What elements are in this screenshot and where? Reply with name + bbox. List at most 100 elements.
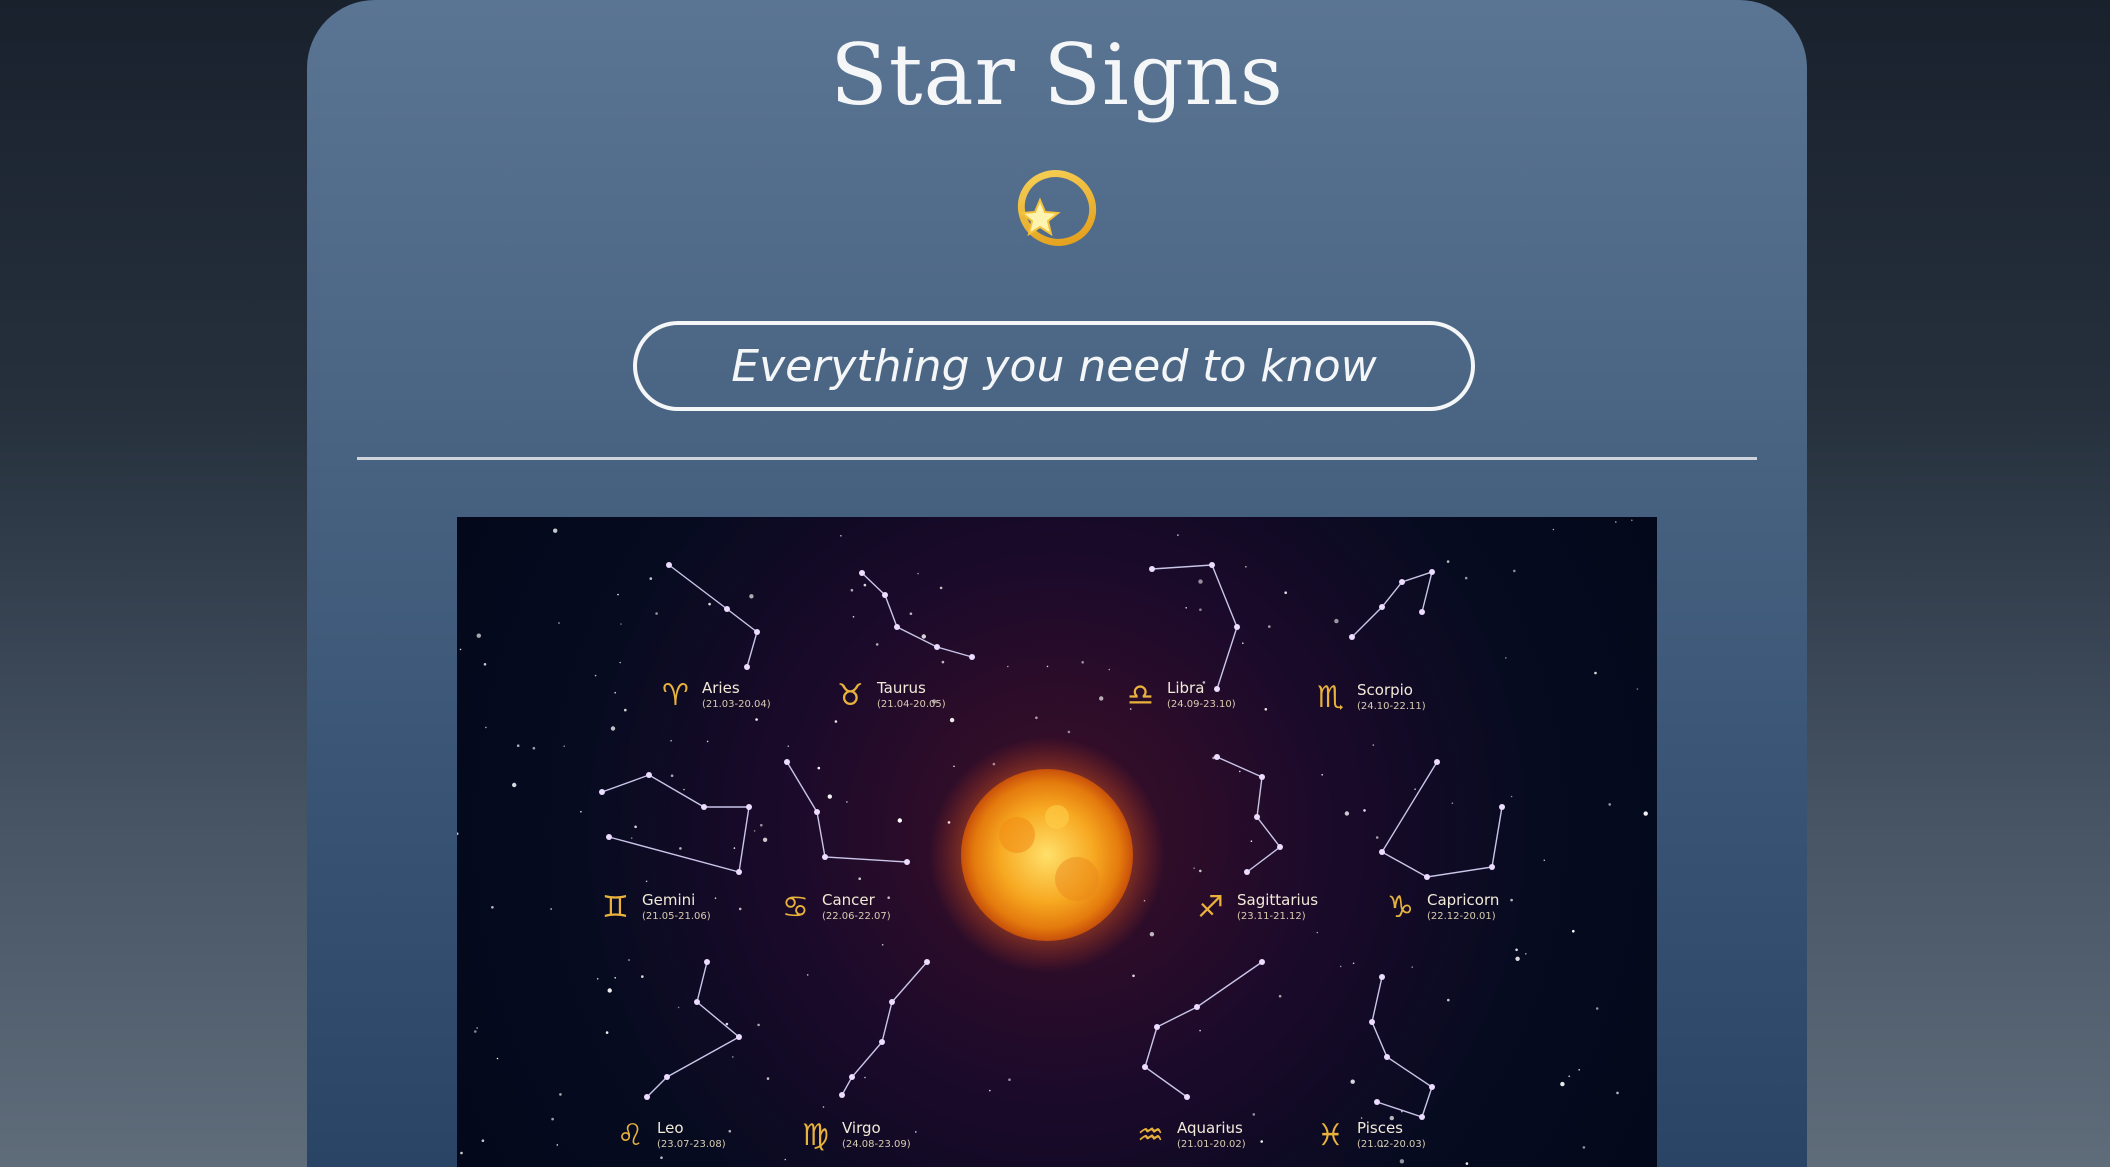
- constellation-star: [1154, 1024, 1160, 1030]
- star-dot: [550, 908, 552, 910]
- star-dot: [953, 765, 955, 768]
- star-dot: [1636, 688, 1639, 690]
- constellation-star: [1369, 1019, 1375, 1025]
- star-dot: [1132, 974, 1135, 978]
- star-dot: [670, 739, 672, 742]
- constellation-star: [1184, 1094, 1190, 1100]
- sign-glyph-icon: ♒: [1137, 1118, 1164, 1153]
- star-dot: [1344, 811, 1350, 816]
- star-dot: [512, 782, 517, 788]
- star-dot: [607, 988, 612, 993]
- page-title: Star Signs: [830, 26, 1284, 124]
- star-dot: [864, 1076, 866, 1079]
- constellation-star: [969, 654, 975, 660]
- star-dot: [1199, 1029, 1201, 1032]
- constellation-star: [822, 854, 828, 860]
- star-dot: [670, 774, 674, 777]
- star-dot: [457, 832, 459, 835]
- star-dot: [760, 823, 763, 827]
- constellation-star: [1209, 562, 1215, 568]
- star-dot: [1046, 665, 1049, 668]
- constellation-line: [601, 774, 750, 873]
- constellation-star: [664, 1074, 670, 1080]
- star-dot: [1465, 1162, 1469, 1165]
- star-dot: [558, 622, 560, 624]
- sign-dates: (23.11-21.12): [1237, 911, 1306, 922]
- star-dot: [706, 740, 709, 743]
- constellation-star: [1277, 844, 1283, 850]
- star-dot: [1510, 898, 1513, 902]
- star-dot: [1363, 809, 1366, 812]
- star-dot: [840, 535, 842, 537]
- star-dot: [941, 660, 945, 664]
- star-dot: [1615, 521, 1617, 523]
- constellation-star: [924, 959, 930, 965]
- constellation-line: [1351, 570, 1433, 638]
- constellation-star: [894, 624, 900, 630]
- star-dot: [556, 1144, 559, 1146]
- star-dot: [610, 726, 616, 731]
- sign-name: Virgo: [842, 1119, 881, 1137]
- star-dot: [887, 896, 890, 899]
- constellation-line: [1371, 976, 1433, 1118]
- star-dot: [909, 612, 913, 615]
- star-dot: [1339, 965, 1342, 968]
- star-dot: [1007, 665, 1009, 668]
- sign-name: Leo: [657, 1119, 684, 1137]
- star-dot: [476, 1027, 478, 1029]
- star-dot: [683, 788, 685, 791]
- sign-name: Aquarius: [1177, 1119, 1243, 1137]
- sign-dates: (21.01-20.02): [1177, 1139, 1246, 1150]
- star-dot: [708, 602, 711, 606]
- sign-leo: ♌ Leo (23.07-23.08): [617, 1118, 726, 1153]
- sign-glyph-icon: ♎: [1127, 678, 1154, 713]
- star-dot: [1560, 1081, 1565, 1087]
- sign-virgo: ♍ Virgo (24.08-23.09): [802, 1118, 911, 1153]
- star-dot: [516, 744, 520, 747]
- star-dot: [738, 907, 742, 911]
- constellation-star: [744, 664, 750, 670]
- star-dot: [619, 661, 621, 664]
- constellation-star: [1234, 624, 1240, 630]
- constellation-star: [1194, 1004, 1200, 1010]
- star-dot: [1350, 1079, 1355, 1084]
- sign-sagittarius: ♐ Sagittarius (23.11-21.12): [1197, 890, 1318, 925]
- star-dot: [1447, 998, 1450, 1002]
- constellation-line: [1151, 564, 1238, 690]
- constellation-line: [646, 961, 741, 1098]
- constellation-star: [882, 592, 888, 598]
- star-dot: [753, 830, 756, 832]
- star-dot: [1372, 744, 1375, 746]
- constellation-star: [1419, 609, 1425, 615]
- star-dot: [1321, 774, 1323, 776]
- constellation-star: [1379, 849, 1385, 855]
- constellation-star: [646, 772, 652, 778]
- star-dot: [1525, 953, 1527, 955]
- constellation-star: [1259, 774, 1265, 780]
- star-dot: [1260, 1140, 1263, 1143]
- sign-name: Sagittarius: [1237, 891, 1318, 909]
- constellation-star: [1499, 804, 1505, 810]
- sign-dates: (24.08-23.09): [842, 1139, 911, 1150]
- star-dot: [917, 572, 919, 575]
- star-dot: [1008, 1078, 1011, 1081]
- sign-glyph-icon: ♋: [782, 890, 809, 925]
- constellation-star: [784, 759, 790, 765]
- sign-gemini: ♊ Gemini (21.05-21.06): [602, 890, 711, 925]
- constellation-star: [904, 859, 910, 865]
- constellation-star: [1384, 1054, 1390, 1060]
- constellation-star: [746, 804, 752, 810]
- star-dot: [1352, 962, 1355, 965]
- star-dot: [655, 612, 658, 615]
- star-dot: [605, 1031, 609, 1034]
- star-dot: [496, 1057, 499, 1060]
- constellation-star: [1379, 604, 1385, 610]
- star-dot: [596, 978, 599, 980]
- star-dot: [939, 586, 943, 590]
- constellation-star: [1349, 634, 1355, 640]
- star-dot: [1199, 608, 1202, 611]
- star-dot: [1067, 730, 1071, 734]
- star-dot: [1594, 671, 1597, 675]
- star-dot: [1193, 867, 1195, 869]
- sun-spot: [999, 817, 1035, 853]
